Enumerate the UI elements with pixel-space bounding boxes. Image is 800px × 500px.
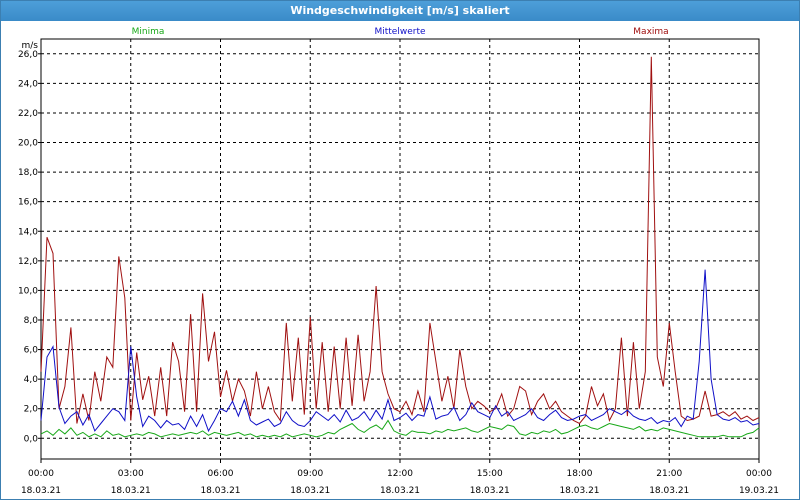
y-tick-label: 16,0	[18, 198, 38, 208]
y-tick-label: 10,0	[18, 286, 38, 296]
x-tick-time-label: 12:00	[387, 469, 413, 479]
x-tick-time-label: 21:00	[656, 469, 682, 479]
y-tick-label: 12,0	[18, 257, 38, 267]
chart-window: Windgeschwindigkeit [m/s] skaliert 0,0 2,…	[0, 0, 800, 500]
x-tick-date-label: 18.03.21	[111, 486, 151, 496]
legend-label-minima: Minima	[132, 27, 165, 37]
legend-label-mittelwerte: Mittelwerte	[374, 27, 425, 37]
wind-speed-chart: 0,0 2,0 4,0 6,0 8,0 10,0 12,0 14,0 16,0 18,0 20,0 2…	[18, 27, 779, 496]
x-tick-date-label: 18.03.21	[200, 486, 240, 496]
x-tick-time-label: 00:00	[28, 469, 54, 479]
y-tick-label: 24,0	[18, 79, 38, 89]
x-tick-time-label: 18:00	[567, 469, 593, 479]
x-tick-date-label: 18.03.21	[290, 486, 330, 496]
y-tick-label: 18,0	[18, 168, 38, 178]
x-tick-time-label: 03:00	[118, 469, 144, 479]
x-tick-time-label: 09:00	[297, 469, 323, 479]
x-tick-date-label: 18.03.21	[21, 486, 61, 496]
y-tick-label: 26,0	[18, 50, 38, 60]
x-tick-time-label: 06:00	[208, 469, 234, 479]
y-tick-label: 6,0	[24, 346, 39, 356]
x-tick-time-label: 15:00	[477, 469, 503, 479]
legend-label-maxima: Maxima	[633, 27, 668, 37]
y-tick-label: 14,0	[18, 227, 38, 237]
y-tick-label: 8,0	[24, 316, 39, 326]
x-tick-date-label: 18.03.21	[649, 486, 689, 496]
y-tick-label: 20,0	[18, 139, 38, 149]
x-tick-date-label: 18.03.21	[559, 486, 599, 496]
y-axis-unit-label: m/s	[22, 41, 39, 51]
x-tick-date-label: 18.03.21	[380, 486, 420, 496]
y-tick-label: 4,0	[24, 375, 39, 385]
y-tick-label: 0,0	[24, 434, 39, 444]
y-tick-label: 2,0	[24, 405, 39, 415]
x-tick-time-label: 00:00	[746, 469, 772, 479]
x-tick-date-label: 19.03.21	[739, 486, 779, 496]
x-tick-date-label: 18.03.21	[470, 486, 510, 496]
y-tick-label: 22,0	[18, 109, 38, 119]
